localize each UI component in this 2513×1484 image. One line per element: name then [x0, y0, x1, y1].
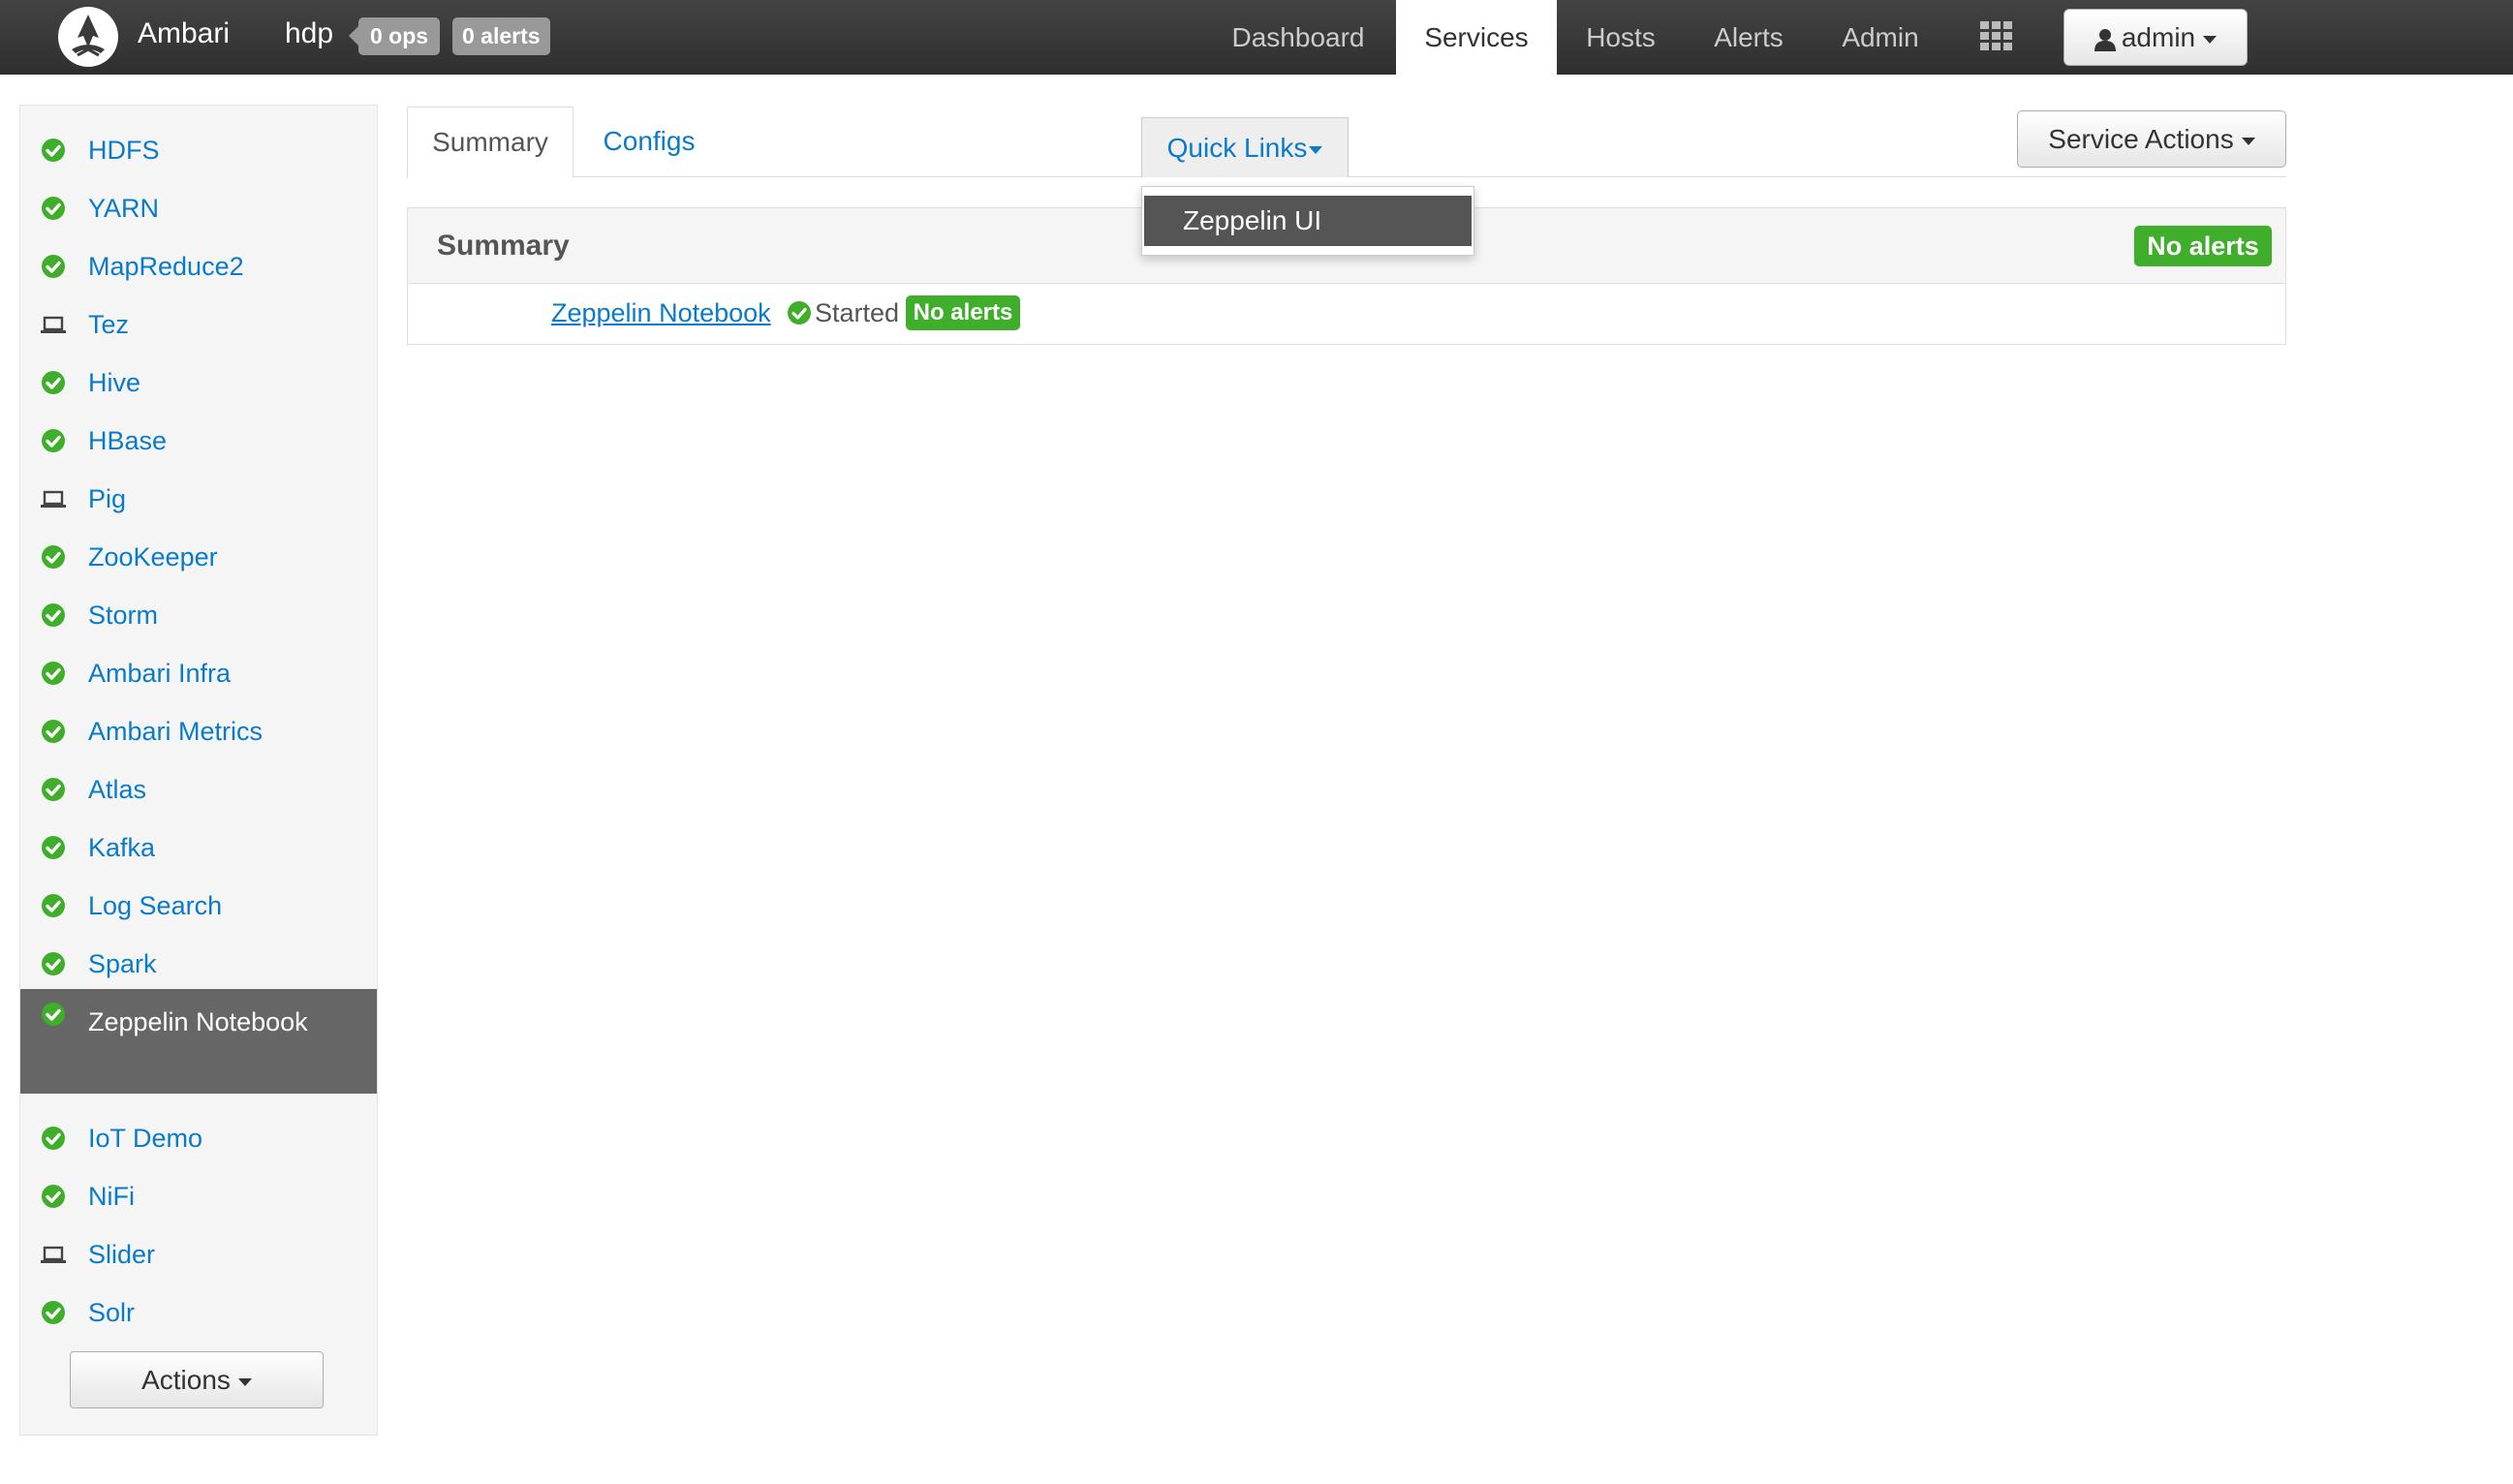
sidebar-item-pig[interactable]: Pig — [20, 479, 377, 518]
ops-badge[interactable]: 0 ops — [348, 17, 441, 55]
actions-button[interactable]: Actions — [70, 1351, 324, 1408]
sidebar-item-label: NiFi — [88, 1182, 135, 1211]
sidebar-item-label: MapReduce2 — [88, 252, 244, 281]
cluster-name[interactable]: hdp — [285, 16, 333, 51]
laptop-icon — [40, 311, 67, 338]
chevron-down-icon — [237, 1377, 252, 1386]
sidebar-item-label: Spark — [88, 949, 157, 978]
nav-dashboard[interactable]: Dashboard — [1211, 0, 1385, 75]
sidebar-item-label: Ambari Metrics — [88, 717, 264, 746]
sidebar-item-label: Kafka — [88, 833, 156, 862]
component-status: Started — [815, 298, 900, 327]
sidebar-item-storm[interactable]: Storm — [20, 596, 377, 634]
check-circle-icon — [40, 195, 67, 222]
sidebar-item-label: Pig — [88, 484, 127, 513]
sidebar-item-label: ZooKeeper — [88, 542, 218, 572]
sidebar-item-label: Hive — [88, 368, 141, 397]
sidebar-item-ambari-metrics[interactable]: Ambari Metrics — [20, 712, 377, 751]
quick-links-dropdown: Zeppelin UI — [1141, 186, 1474, 256]
check-circle-icon — [788, 301, 811, 325]
sidebar-item-label: Storm — [88, 601, 159, 630]
check-circle-icon — [40, 427, 67, 454]
check-circle-icon — [40, 1001, 67, 1028]
sidebar-item-hbase[interactable]: HBase — [20, 421, 377, 460]
sidebar-item-tez[interactable]: Tez — [20, 305, 377, 344]
service-actions-button[interactable]: Service Actions — [2017, 110, 2286, 168]
top-navbar: Ambari hdp 0 ops 0 alerts Dashboard Serv… — [0, 0, 2513, 75]
check-circle-icon — [40, 253, 67, 280]
check-circle-icon — [40, 1125, 67, 1152]
chevron-down-icon — [1309, 145, 1323, 154]
chevron-down-icon — [2241, 137, 2255, 145]
sidebar-item-kafka[interactable]: Kafka — [20, 828, 377, 867]
nav-admin[interactable]: Admin — [1827, 0, 1934, 75]
check-circle-icon — [40, 718, 67, 745]
sidebar-item-label: YARN — [88, 194, 160, 223]
sidebar-item-atlas[interactable]: Atlas — [20, 770, 377, 809]
sidebar-item-iot-demo[interactable]: IoT Demo — [20, 1119, 377, 1158]
tab-configs[interactable]: Configs — [579, 107, 719, 176]
sidebar-item-zookeeper[interactable]: ZooKeeper — [20, 538, 377, 576]
sidebar-item-hdfs[interactable]: HDFS — [20, 131, 377, 170]
check-circle-icon — [40, 660, 67, 687]
sidebar-item-zeppelin-notebook[interactable]: Zeppelin Notebook — [20, 989, 377, 1094]
sidebar-item-label: Slider — [88, 1240, 156, 1269]
grid-icon[interactable] — [1980, 21, 2013, 50]
services-sidebar: HDFS YARN MapReduce2 Tez Hive HBase Pig ZooKeep… — [19, 105, 378, 1436]
sidebar-item-nifi[interactable]: NiFi — [20, 1177, 377, 1216]
sidebar-item-log-search[interactable]: Log Search — [20, 886, 377, 925]
sidebar-item-ambari-infra[interactable]: Ambari Infra — [20, 654, 377, 693]
sidebar-item-label: Atlas — [88, 775, 147, 804]
check-circle-icon — [40, 1299, 67, 1326]
laptop-icon — [40, 1241, 67, 1268]
check-circle-icon — [40, 776, 67, 803]
component-alerts-badge[interactable]: No alerts — [906, 295, 1020, 330]
ambari-logo-icon[interactable] — [56, 5, 120, 69]
sidebar-item-label: Solr — [88, 1298, 136, 1327]
sidebar-item-label: Zeppelin Notebook — [88, 1007, 308, 1036]
no-alerts-badge[interactable]: No alerts — [2134, 226, 2272, 266]
sidebar-item-hive[interactable]: Hive — [20, 363, 377, 402]
component-link[interactable]: Zeppelin Notebook — [551, 294, 771, 332]
sidebar-item-label: HDFS — [88, 136, 160, 165]
user-name: admin — [2121, 22, 2196, 52]
sidebar-item-label: Ambari Infra — [88, 659, 232, 688]
brand-name[interactable]: Ambari — [138, 16, 230, 51]
check-circle-icon — [40, 834, 67, 861]
quick-links-button[interactable]: Quick Links — [1141, 117, 1349, 177]
check-circle-icon — [40, 369, 67, 396]
service-actions-label: Service Actions — [2048, 124, 2234, 154]
check-circle-icon — [40, 950, 67, 977]
sidebar-item-mapreduce2[interactable]: MapReduce2 — [20, 247, 377, 286]
nav-hosts[interactable]: Hosts — [1567, 0, 1674, 75]
sidebar-item-label: IoT Demo — [88, 1124, 203, 1153]
sidebar-item-solr[interactable]: Solr — [20, 1293, 377, 1332]
quick-links-label: Quick Links — [1166, 133, 1308, 163]
laptop-icon — [40, 485, 67, 512]
summary-title: Summary — [437, 230, 570, 262]
actions-label: Actions — [141, 1365, 231, 1395]
sidebar-item-label: HBase — [88, 426, 168, 455]
quick-link-zeppelin-ui[interactable]: Zeppelin UI — [1144, 196, 1472, 246]
sidebar-item-slider[interactable]: Slider — [20, 1235, 377, 1274]
sidebar-item-label: Tez — [88, 310, 130, 339]
sidebar-item-yarn[interactable]: YARN — [20, 189, 377, 228]
chevron-down-icon — [2203, 35, 2218, 44]
nav-alerts[interactable]: Alerts — [1697, 0, 1800, 75]
check-circle-icon — [40, 1183, 67, 1210]
user-menu-button[interactable]: admin — [2063, 9, 2248, 66]
sidebar-item-spark[interactable]: Spark — [20, 944, 377, 983]
check-circle-icon — [40, 543, 67, 571]
nav-services[interactable]: Services — [1396, 0, 1557, 75]
sidebar-item-label: Log Search — [88, 891, 223, 920]
check-circle-icon — [40, 602, 67, 629]
alerts-count-badge[interactable]: 0 alerts — [452, 17, 550, 55]
check-circle-icon — [40, 137, 67, 164]
tab-summary[interactable]: Summary — [407, 107, 574, 178]
user-icon — [2094, 28, 2116, 51]
check-circle-icon — [40, 892, 67, 919]
